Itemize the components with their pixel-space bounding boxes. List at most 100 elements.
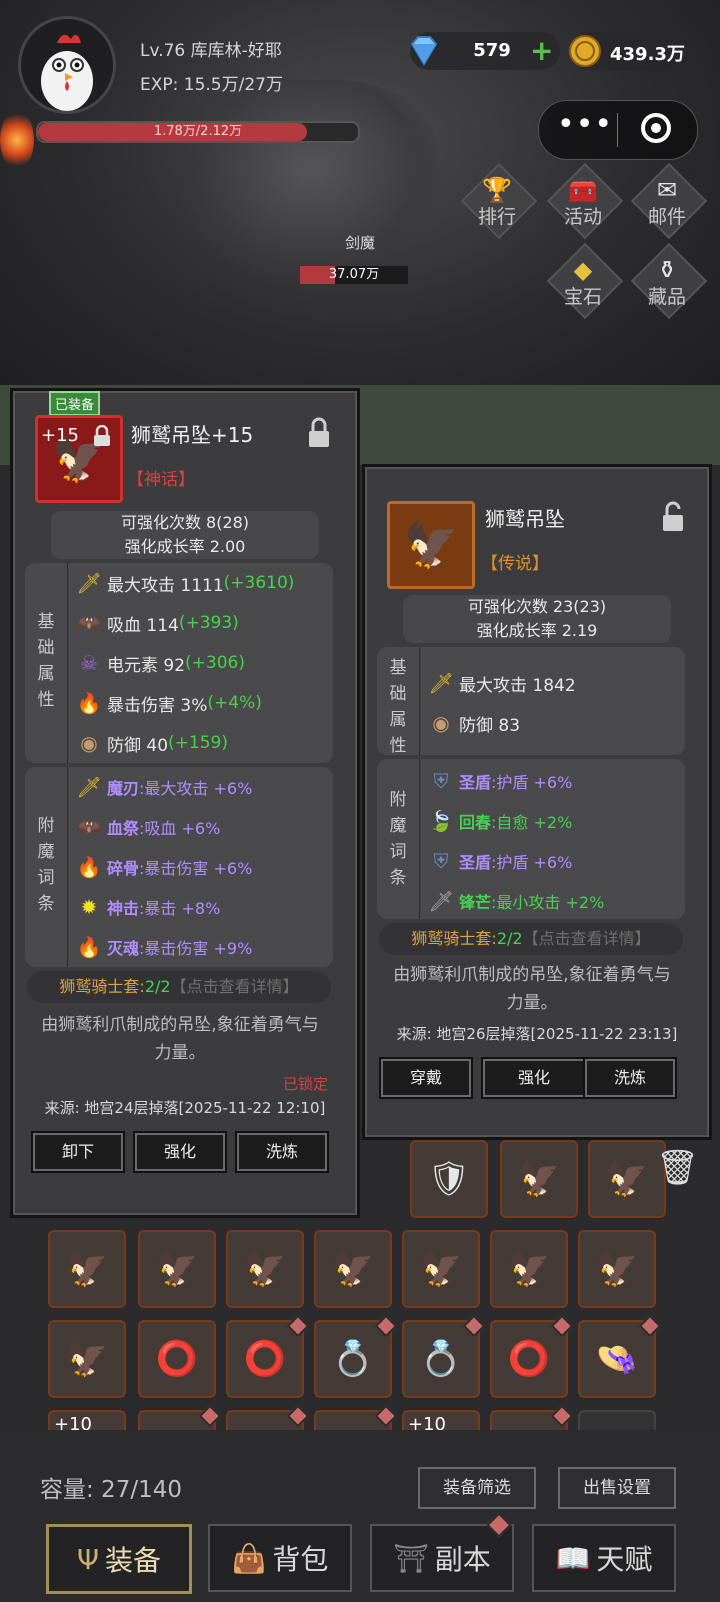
locked-status: 已锁定 <box>283 1075 329 1093</box>
base-stats-box: 基础属性 🗡 最大攻击 1111 (+3610) 🦇 吸血 114 (+393) ☠… <box>25 563 333 763</box>
stat-row: ☠ 电元素 92 (+306) <box>75 643 294 683</box>
inventory-slot[interactable]: 👒 <box>578 1314 662 1398</box>
base-stats-box: 基础属性 🗡 最大攻击 1842 ◉ 防御 83 <box>377 647 685 756</box>
skull-icon: ☠ <box>80 651 98 675</box>
sell-settings-button[interactable]: 出售设置 <box>558 1467 676 1509</box>
equip-button[interactable]: 穿戴 <box>381 1059 471 1097</box>
inventory-slot[interactable]: ⭕ <box>490 1314 574 1398</box>
inventory-slot[interactable]: 💍 <box>314 1314 398 1398</box>
side-menu-events[interactable]: 🧰 活动 <box>546 162 624 240</box>
inventory-slot[interactable]: 🦅 <box>578 1230 656 1308</box>
inventory-slot[interactable]: 🦅 <box>226 1230 304 1308</box>
inventory-slot[interactable]: 🦅 <box>500 1140 578 1218</box>
mail-icon: ✉ <box>656 176 678 204</box>
inventory-slot[interactable]: 🦅 <box>402 1230 480 1308</box>
item-name: 狮鹫吊坠 <box>485 507 565 531</box>
more-menu-button[interactable]: ••• <box>557 107 613 142</box>
stat-text: 防御 40 <box>107 735 169 756</box>
label-char: 属 <box>389 710 407 730</box>
set-name: 狮鹫骑士套: <box>411 929 497 948</box>
refine-button[interactable]: 洗炼 <box>237 1133 327 1171</box>
trophy-icon: 🏆 <box>482 176 512 204</box>
gem-icon: ◆ <box>573 256 593 284</box>
base-stats-list: 🗡 最大攻击 1111 (+3610) 🦇 吸血 114 (+393) ☠ 电元素 9… <box>75 563 294 763</box>
label-char: 魔 <box>389 816 407 836</box>
crit-icon: 🔥 <box>76 855 102 879</box>
nav-talent[interactable]: 📖 天赋 <box>532 1524 676 1592</box>
close-miniprogram-button[interactable] <box>641 113 671 143</box>
leaf-icon: 🍃 <box>428 809 454 833</box>
ring-icon: ⭕ <box>243 1339 287 1379</box>
inventory-slot[interactable]: ⭕ <box>226 1314 310 1398</box>
shield-round-icon: ◉ <box>80 731 98 755</box>
add-gems-button[interactable]: + <box>530 34 553 67</box>
affix-row: 🦇 血祭:吸血 +6% <box>75 807 252 847</box>
upgrade-info: 可强化次数 8(28) 强化成长率 2.00 <box>51 511 319 559</box>
sword-icon: 🗡 <box>76 775 102 799</box>
affix-list: 🗡 魔刃:最大攻击 +6% 🦇 血祭:吸血 +6% 🔥 碎骨:暴击伤害 +6% ✹ 神击… <box>75 767 252 967</box>
side-menu-label: 藏品 <box>647 286 686 308</box>
nav-label: 天赋 <box>596 1543 653 1576</box>
set-bonus-link[interactable]: 狮鹫骑士套:2/2【点击查看详情】 <box>27 971 331 1003</box>
inventory-slot[interactable]: 🦅 <box>138 1230 216 1308</box>
gem-counter: 579 + <box>410 32 560 70</box>
label-char: 性 <box>389 736 407 756</box>
new-badge <box>550 1404 574 1428</box>
torch-icon <box>0 110 34 170</box>
griffin-pendant-icon: 🦅 <box>419 1249 463 1289</box>
affix-text: :最大攻击 +6% <box>139 779 253 798</box>
enhance-button[interactable]: 强化 <box>483 1059 585 1097</box>
side-menu-collection[interactable]: ⚱ 藏品 <box>630 242 708 320</box>
gold-ring-icon: 💍 <box>331 1339 375 1379</box>
crit-icon: 🔥 <box>76 935 102 959</box>
item-source: 来源: 地宫26层掉落[2025-11-22 23:13] <box>396 1025 678 1043</box>
inventory-slot[interactable]: 🦅 <box>314 1230 392 1308</box>
inventory-slot[interactable]: 🦅 <box>48 1230 126 1308</box>
unlock-icon[interactable] <box>661 501 685 533</box>
set-bonus-link[interactable]: 狮鹫骑士套:2/2【点击查看详情】 <box>379 923 683 955</box>
avatar[interactable] <box>18 16 116 114</box>
affix-row: 🗡 锋芒:最小攻击 +2% <box>427 881 604 921</box>
equipped-item-panel: 已装备 🦅 +15 狮鹫吊坠+15 【神话】 可强化次数 8(28) 强化成长率… <box>10 388 360 1218</box>
item-description: 由狮鹫利爪制成的吊坠,象征着勇气与力量。 <box>41 1015 319 1063</box>
inventory-slot[interactable]: 🦅 <box>48 1320 126 1398</box>
sword-icon: 🗡 <box>428 671 454 695</box>
label-char: 础 <box>389 684 407 704</box>
stat-text: 防御 83 <box>459 715 521 736</box>
affix-row: 🔥 灭魂:暴击伤害 +9% <box>75 927 253 967</box>
nav-equipment[interactable]: Ψ 装备 <box>46 1524 192 1594</box>
inventory-slot[interactable]: ⭕ <box>138 1320 216 1398</box>
griffin-pendant-icon: 🦅 <box>155 1249 199 1289</box>
base-stats-label: 基础属性 <box>383 655 413 759</box>
stat-text: 电元素 92 <box>107 655 186 676</box>
inventory-slot[interactable]: 🦅 <box>490 1230 568 1308</box>
growth-rate: 强化成长率 2.00 <box>124 537 246 556</box>
affix-row: ⛨ 圣盾:护盾 +6% <box>427 761 604 801</box>
dagger-icon: 🗡 <box>428 889 454 913</box>
inventory-capacity: 容量: 27/140 <box>40 1477 182 1503</box>
inventory-slot[interactable]: 💍 <box>402 1314 486 1398</box>
trash-icon[interactable]: 🗑 <box>656 1148 699 1188</box>
inventory-slot[interactable]: 🦅 <box>588 1140 666 1218</box>
label-char: 性 <box>37 690 55 710</box>
affix-row: 🍃 回春:自愈 +2% <box>427 801 604 841</box>
item-source: 来源: 地宫24层掉落[2025-11-22 12:10] <box>44 1099 326 1117</box>
inventory-slot[interactable]: 🛡 <box>410 1140 488 1218</box>
lock-icon[interactable] <box>307 417 331 449</box>
side-menu-gems[interactable]: ◆ 宝石 <box>546 242 624 320</box>
nav-backpack[interactable]: 👜 背包 <box>208 1524 352 1592</box>
nav-dungeon[interactable]: ⛩ 副本 <box>370 1524 514 1592</box>
refine-button[interactable]: 洗炼 <box>585 1059 675 1097</box>
stat-row: ◉ 防御 83 <box>427 703 576 743</box>
side-menu-mail[interactable]: ✉ 邮件 <box>630 162 708 240</box>
stat-bonus: (+4%) <box>207 693 262 713</box>
griffin-pendant-icon: 🦅 <box>243 1249 287 1289</box>
enhance-button[interactable]: 强化 <box>135 1133 225 1171</box>
stat-text: 吸血 114 <box>107 615 179 636</box>
set-count: 2/2 <box>496 929 523 948</box>
side-menu-ranking[interactable]: 🏆 排行 <box>460 162 538 240</box>
affix-name: 回春 <box>459 813 492 832</box>
unequip-button[interactable]: 卸下 <box>33 1133 123 1171</box>
equipment-filter-button[interactable]: 装备筛选 <box>418 1467 536 1509</box>
sword-icon: 🗡 <box>76 571 102 595</box>
